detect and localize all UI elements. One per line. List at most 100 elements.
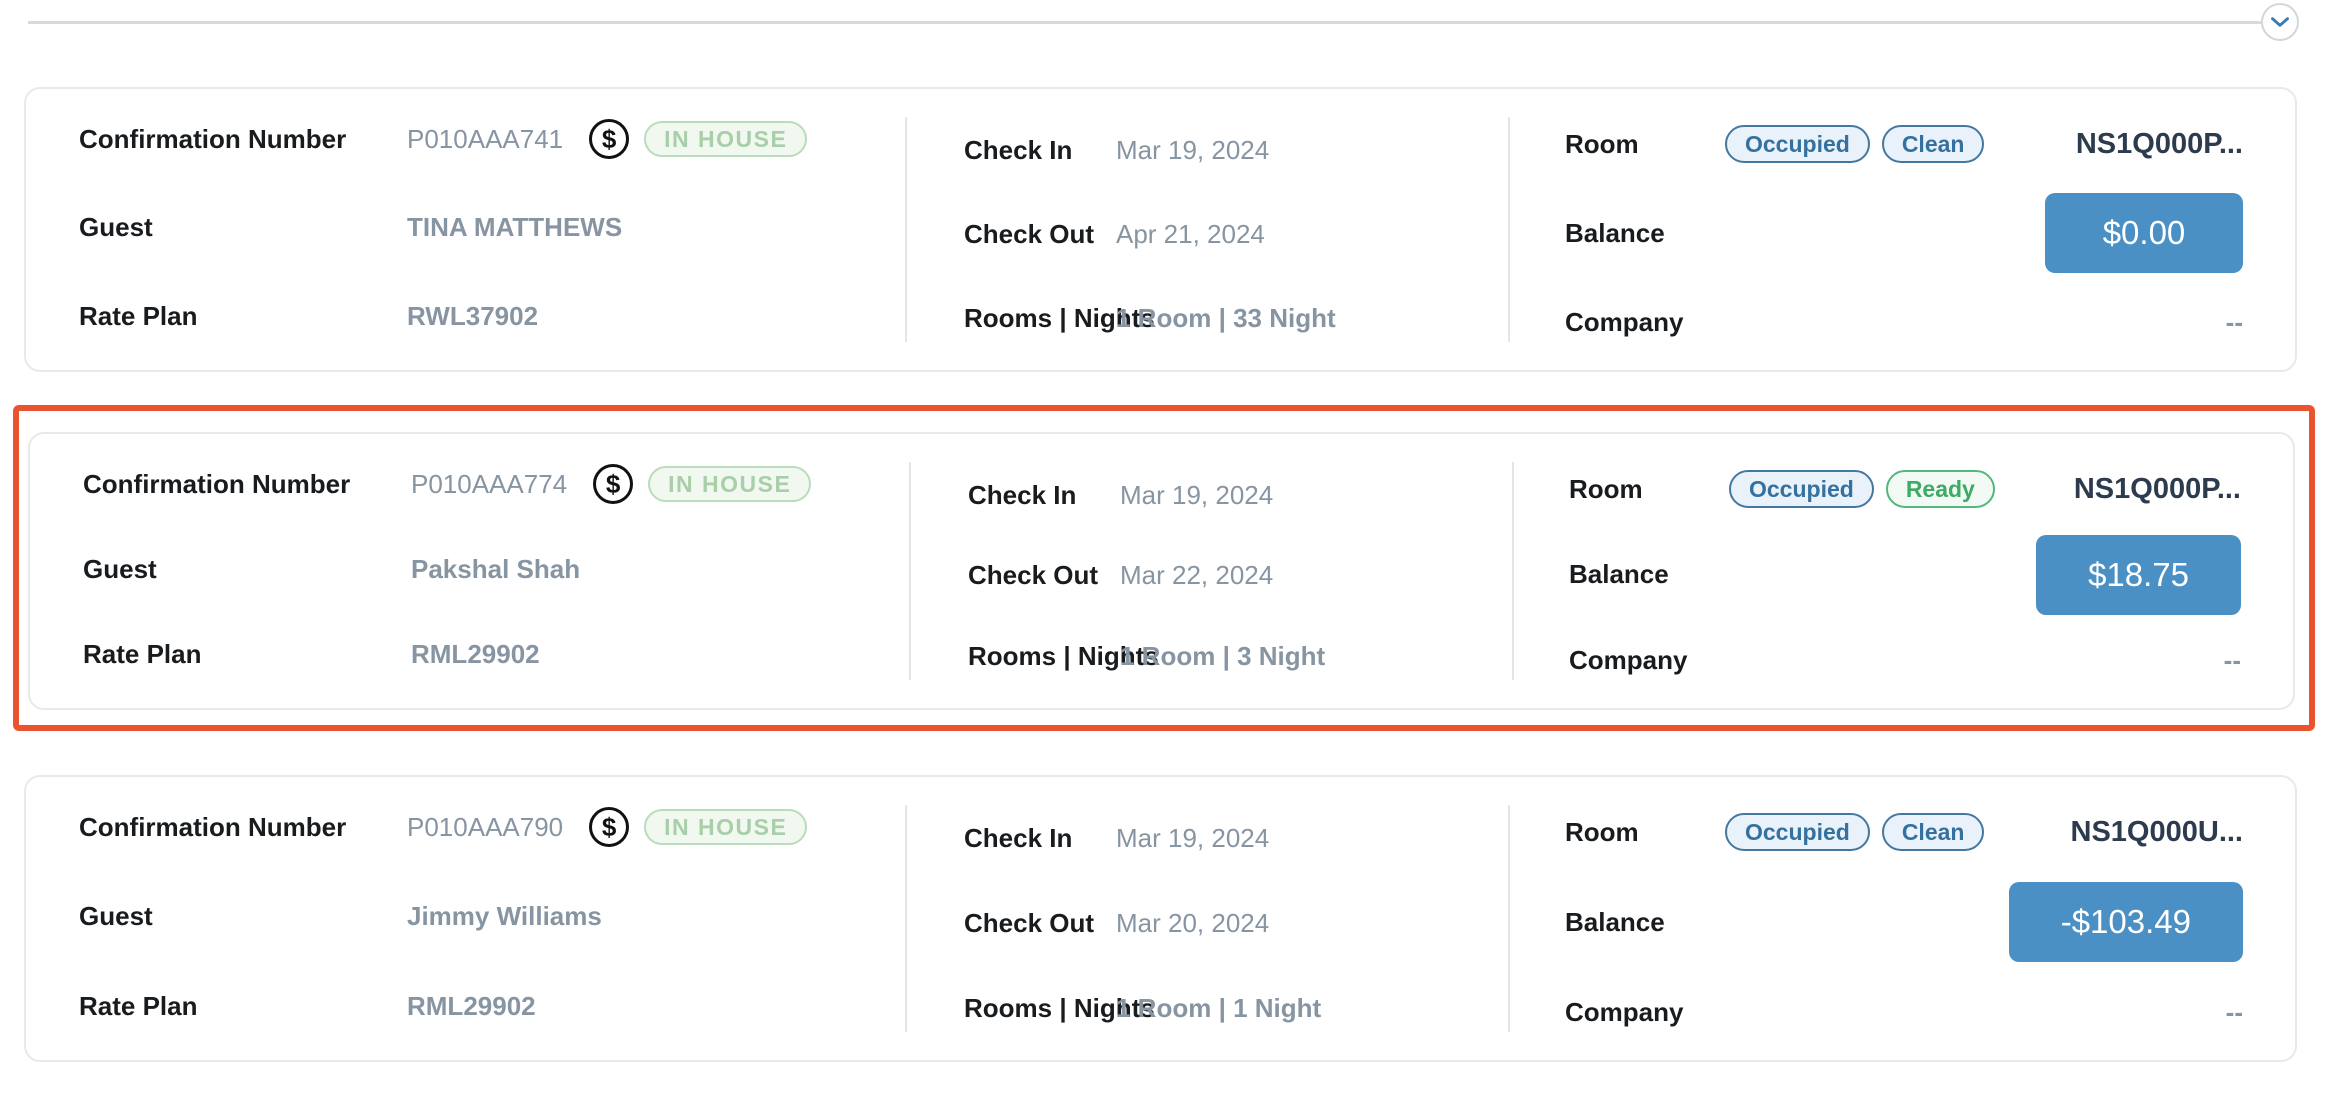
housekeeping-status-badge: Clean [1882,813,1985,851]
confirmation-number-value: P010AAA790 [407,812,563,843]
status-badge: IN HOUSE [648,466,811,502]
company-row: Company -- [1569,632,2241,688]
reservation-info-column: Confirmation Number P010AAA774 $ IN HOUS… [30,434,911,708]
payment-dollar-icon[interactable]: $ [589,807,629,847]
check-out-label: Check Out [968,560,1120,591]
payment-dollar-icon[interactable]: $ [593,464,633,504]
check-in-value: Mar 19, 2024 [1116,823,1269,854]
guest-row: Guest Pakshal Shah [83,541,901,597]
room-row: Room Occupied Clean NS1Q000P... [1565,116,2243,172]
column-divider [1512,462,1514,680]
guest-value: TINA MATTHEWS [407,212,622,243]
balance-button[interactable]: $0.00 [2045,193,2243,273]
rooms-nights-row: Rooms | Nights 1 Room | 1 Night [964,980,1500,1036]
check-in-value: Mar 19, 2024 [1120,480,1273,511]
company-value: -- [2226,997,2243,1028]
room-status-badge: Occupied [1729,470,1874,508]
confirmation-row: Confirmation Number P010AAA774 $ IN HOUS… [83,456,901,512]
balance-button[interactable]: -$103.49 [2009,882,2243,962]
check-out-row: Check Out Mar 20, 2024 [964,895,1500,951]
reservation-card[interactable]: Confirmation Number P010AAA741 $ IN HOUS… [24,87,2297,372]
rooms-nights-value: 1 Room | 33 Night [1116,303,1336,334]
selected-reservation-highlight: Confirmation Number P010AAA774 $ IN HOUS… [13,405,2315,731]
rate-plan-label: Rate Plan [79,301,407,332]
status-badge: IN HOUSE [644,809,807,845]
status-badge: IN HOUSE [644,121,807,157]
rate-plan-row: Rate Plan RML29902 [79,978,897,1034]
guest-row: Guest Jimmy Williams [79,889,897,945]
company-label: Company [1565,997,1725,1028]
room-label: Room [1565,129,1725,160]
balance-label: Balance [1565,218,1725,249]
rate-plan-value: RML29902 [407,991,536,1022]
check-out-row: Check Out Mar 22, 2024 [968,548,1504,604]
check-out-row: Check Out Apr 21, 2024 [964,206,1500,262]
check-out-label: Check Out [964,908,1116,939]
guest-row: Guest TINA MATTHEWS [79,200,897,256]
housekeeping-status-badge: Ready [1886,470,1995,508]
rate-plan-value: RML29902 [411,639,540,670]
balance-row: Balance $0.00 [1565,193,2243,273]
company-value: -- [2224,645,2241,676]
column-divider [1508,117,1510,342]
guest-label: Guest [79,901,407,932]
confirmation-row: Confirmation Number P010AAA741 $ IN HOUS… [79,111,897,167]
confirmation-number-label: Confirmation Number [83,469,411,500]
room-balance-column: Room Occupied Clean NS1Q000P... Balance … [1510,89,2295,370]
dates-column: Check In Mar 19, 2024 Check Out Apr 21, … [907,89,1510,370]
balance-row: Balance -$103.49 [1565,882,2243,962]
room-balance-column: Room Occupied Ready NS1Q000P... Balance … [1514,434,2293,708]
company-row: Company -- [1565,294,2243,350]
guest-label: Guest [79,212,407,243]
rate-plan-label: Rate Plan [79,991,407,1022]
check-in-row: Check In Mar 19, 2024 [968,467,1504,523]
rooms-nights-label: Rooms | Nights [964,993,1116,1024]
check-out-value: Apr 21, 2024 [1116,219,1265,250]
room-status-badge: Occupied [1725,813,1870,851]
rooms-nights-row: Rooms | Nights 1 Room | 33 Night [964,290,1500,346]
balance-label: Balance [1565,907,1725,938]
check-in-label: Check In [964,135,1116,166]
column-divider [909,462,911,680]
confirmation-number-label: Confirmation Number [79,812,407,843]
room-label: Room [1569,474,1729,505]
room-balance-column: Room Occupied Clean NS1Q000U... Balance … [1510,777,2295,1060]
confirmation-number-value: P010AAA741 [407,124,563,155]
reservation-card[interactable]: Confirmation Number P010AAA790 $ IN HOUS… [24,775,2297,1062]
column-divider [1508,805,1510,1032]
payment-dollar-icon[interactable]: $ [589,119,629,159]
rate-plan-value: RWL37902 [407,301,538,332]
room-label: Room [1565,817,1725,848]
check-in-row: Check In Mar 19, 2024 [964,810,1500,866]
room-status-badge: Occupied [1725,125,1870,163]
confirmation-number-label: Confirmation Number [79,124,407,155]
rate-plan-row: Rate Plan RWL37902 [79,288,897,344]
reservation-info-column: Confirmation Number P010AAA790 $ IN HOUS… [26,777,907,1060]
check-out-value: Mar 22, 2024 [1120,560,1273,591]
room-number: NS1Q000P... [2074,473,2241,506]
room-number: NS1Q000P... [2076,128,2243,161]
dates-column: Check In Mar 19, 2024 Check Out Mar 22, … [911,434,1514,708]
check-out-label: Check Out [964,219,1116,250]
check-in-value: Mar 19, 2024 [1116,135,1269,166]
guest-value: Jimmy Williams [407,901,602,932]
rooms-nights-value: 1 Room | 3 Night [1120,641,1325,672]
guest-label: Guest [83,554,411,585]
collapse-section-button[interactable] [2261,3,2299,41]
company-value: -- [2226,307,2243,338]
rooms-nights-row: Rooms | Nights 1 Room | 3 Night [968,628,1504,684]
company-label: Company [1569,645,1729,676]
room-row: Room Occupied Ready NS1Q000P... [1569,461,2241,517]
reservation-card[interactable]: Confirmation Number P010AAA774 $ IN HOUS… [28,432,2295,710]
rate-plan-label: Rate Plan [83,639,411,670]
balance-button[interactable]: $18.75 [2036,535,2241,615]
rooms-nights-label: Rooms | Nights [964,303,1116,334]
check-out-value: Mar 20, 2024 [1116,908,1269,939]
guest-value: Pakshal Shah [411,554,580,585]
section-divider [28,21,2262,24]
rooms-nights-label: Rooms | Nights [968,641,1120,672]
reservation-info-column: Confirmation Number P010AAA741 $ IN HOUS… [26,89,907,370]
balance-label: Balance [1569,559,1729,590]
column-divider [905,805,907,1032]
check-in-row: Check In Mar 19, 2024 [964,122,1500,178]
